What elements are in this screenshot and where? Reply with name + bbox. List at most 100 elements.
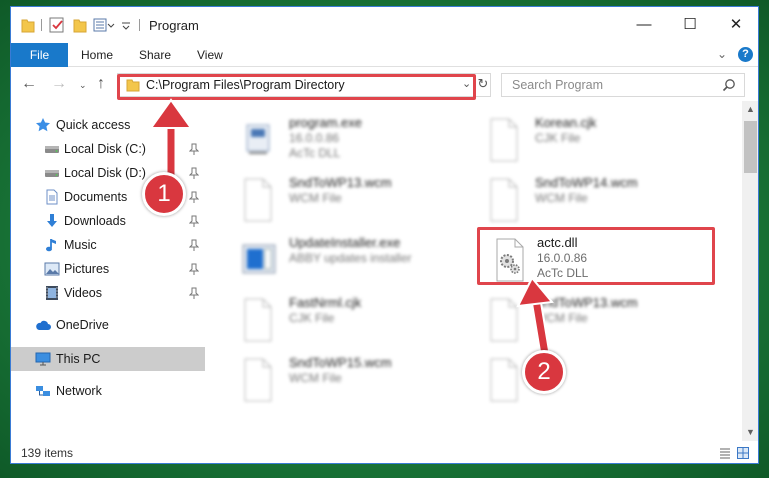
file-icon (244, 178, 272, 222)
explorer-window: Program — ☐ ✕ File Home Share View ⌄ ? ←… (10, 6, 759, 464)
sidebar-item-pictures[interactable]: Pictures (11, 257, 205, 281)
pc-icon (35, 352, 51, 366)
exe-icon (246, 124, 270, 154)
scrollbar-thumb[interactable] (744, 121, 757, 173)
sidebar-item-label: This PC (56, 352, 101, 366)
large-icons-view-icon[interactable] (737, 447, 749, 459)
back-button[interactable]: ← (21, 75, 37, 93)
download-icon (47, 214, 57, 227)
cloud-icon (36, 320, 51, 330)
file-type: WCM File (289, 191, 342, 205)
close-button[interactable]: ✕ (713, 7, 758, 41)
file-name: program.exe (289, 115, 362, 130)
file-name: SndToWP13.wcm (289, 175, 392, 190)
drive-icon (45, 170, 59, 177)
file-item-sndtowp13-wcm-2[interactable]: SndToWP13.wcm WCM File (463, 291, 703, 349)
up-button[interactable]: ↑ (97, 75, 105, 93)
star-icon (36, 118, 50, 132)
new-folder-icon[interactable] (73, 16, 87, 34)
sidebar-item-label: Downloads (64, 214, 126, 228)
file-type: CJK File (535, 131, 581, 145)
file-name: SndToWP14.wcm (535, 175, 638, 190)
documents-icon (46, 189, 58, 205)
pin-icon[interactable] (189, 239, 199, 251)
file-item-korean-cjk[interactable]: Korean.cjk CJK File (463, 111, 703, 169)
file-type: WCM File (289, 371, 342, 385)
sidebar-item-downloads[interactable]: Downloads (11, 209, 205, 233)
sidebar-item-this-pc[interactable]: This PC (11, 347, 205, 371)
file-description: ABBY updates installer (289, 251, 412, 265)
sidebar-item-label: Documents (64, 190, 128, 204)
file-item-blurred[interactable] (463, 351, 703, 409)
properties-check-icon[interactable] (49, 16, 65, 34)
file-icon (244, 358, 272, 402)
maximize-button[interactable]: ☐ (667, 7, 713, 41)
tab-home[interactable]: Home (81, 43, 113, 67)
tab-share[interactable]: Share (139, 43, 171, 67)
help-icon[interactable]: ? (738, 47, 753, 62)
address-row: ← → ⌄ ↑ C:\Program Files\Program Directo… (11, 67, 758, 101)
file-name: UpdateInstaller.exe (289, 235, 401, 250)
toolbar-separator (41, 19, 42, 31)
music-icon (46, 239, 56, 252)
videos-icon (46, 286, 58, 300)
callout-badge-2: 2 (522, 350, 566, 394)
file-type: WCM File (535, 191, 588, 205)
file-item-fastnrml-cjk[interactable]: FastNrml.cjk CJK File (217, 291, 457, 349)
folder-icon[interactable] (21, 16, 35, 34)
file-icon (244, 298, 272, 342)
sidebar-item-label: Music (64, 238, 97, 252)
tab-view[interactable]: View (197, 43, 223, 67)
file-name: FastNrml.cjk (289, 295, 362, 310)
item-count: 139 items (21, 446, 74, 460)
sidebar-item-music[interactable]: Music (11, 233, 205, 257)
sidebar-item-onedrive[interactable]: OneDrive (11, 313, 205, 337)
vertical-scrollbar[interactable]: ▲ ▼ (742, 101, 758, 441)
drive-icon (45, 146, 59, 153)
file-item-updateinstaller-exe[interactable]: UpdateInstaller.exe ABBY updates install… (217, 231, 457, 289)
file-description: AcTc DLL (289, 146, 341, 160)
search-icon[interactable] (722, 78, 736, 92)
quick-access-dropdown-icon[interactable] (121, 16, 131, 34)
file-item-sndtowp13-wcm[interactable]: SndToWP13.wcm WCM File (217, 171, 457, 229)
recent-locations-button[interactable]: ⌄ (79, 80, 87, 91)
customize-toolbar-icon[interactable] (93, 16, 115, 34)
file-type: CJK File (289, 311, 335, 325)
window-title: Program (149, 18, 199, 33)
file-name: SndToWP15.wcm (289, 355, 392, 370)
scroll-up-arrow-icon[interactable]: ▲ (742, 101, 758, 118)
details-view-icon[interactable] (719, 447, 731, 459)
pin-icon[interactable] (189, 263, 199, 275)
sidebar-item-label: Pictures (64, 262, 110, 276)
ribbon-tabs: File Home Share View ⌄ ? (11, 43, 758, 101)
forward-button[interactable]: → (51, 75, 67, 93)
ribbon-expand-icon[interactable]: ⌄ (717, 47, 727, 61)
file-item-sndtowp14-wcm[interactable]: SndToWP14.wcm WCM File (463, 171, 703, 229)
sidebar-item-label: Videos (64, 286, 102, 300)
file-icon (490, 178, 518, 222)
sidebar-item-label: OneDrive (56, 318, 109, 332)
sidebar-item-label: Local Disk (C:) (64, 142, 146, 156)
search-box[interactable]: Search Program (501, 73, 745, 97)
sidebar-item-label: Quick access (56, 118, 131, 132)
file-item-program-exe[interactable]: program.exe 16.0.0.86 AcTc DLL (217, 111, 457, 169)
pin-icon[interactable] (189, 215, 199, 227)
title-bar: Program — ☐ ✕ (11, 7, 758, 43)
file-version: 16.0.0.86 (289, 131, 340, 145)
sidebar-item-label: Network (56, 384, 102, 398)
toolbar-separator (139, 19, 140, 31)
status-bar: 139 items (11, 441, 758, 463)
search-placeholder: Search Program (512, 78, 604, 92)
scroll-down-arrow-icon[interactable]: ▼ (742, 424, 758, 441)
installer-icon (242, 244, 276, 274)
sidebar-item-label: Local Disk (D:) (64, 166, 146, 180)
sidebar-item-videos[interactable]: Videos (11, 281, 205, 305)
pin-icon[interactable] (189, 287, 199, 299)
file-item-sndtowp15-wcm[interactable]: SndToWP15.wcm WCM File (217, 351, 457, 409)
minimize-button[interactable]: — (621, 7, 667, 41)
pin-icon[interactable] (189, 191, 199, 203)
file-name: Korean.cjk (535, 115, 597, 130)
sidebar-item-network[interactable]: Network (11, 379, 205, 403)
network-icon (36, 386, 50, 396)
pictures-icon (44, 262, 60, 276)
